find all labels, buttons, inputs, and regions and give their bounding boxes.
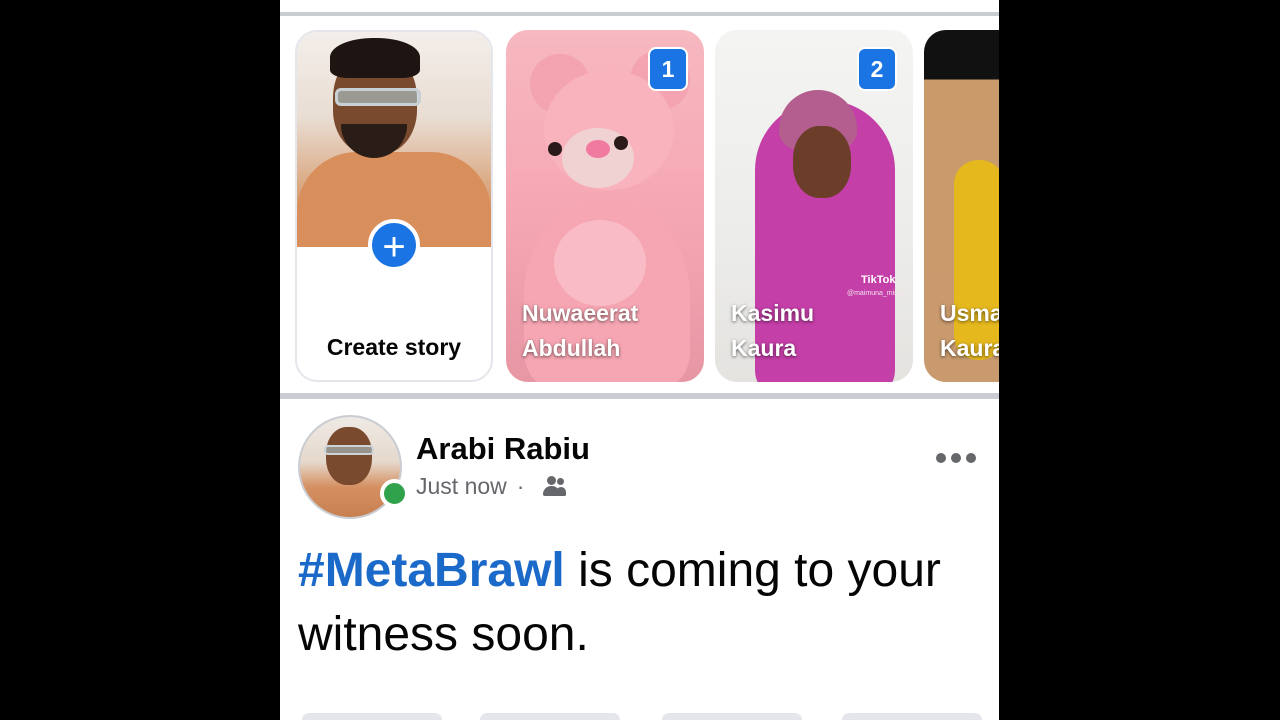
more-options-icon[interactable] (936, 453, 982, 471)
post-meta: Just now · (416, 473, 567, 500)
tiktok-handle: @maimuna_misau (847, 290, 906, 297)
post-body: #MetaBrawl is coming to your witness soo… (298, 539, 978, 667)
story-count-badge: 2 (857, 47, 897, 91)
share-button[interactable] (662, 713, 802, 720)
create-story-label: Create story (326, 334, 462, 360)
story-author-name: Usman Kaura (940, 300, 999, 361)
post-action-bar (298, 713, 982, 720)
meta-separator: · (516, 473, 525, 499)
story-card-nuwaeerat[interactable]: 1 Nuwaeerat Abdullah (506, 30, 704, 382)
hashtag-link[interactable]: #MetaBrawl (298, 544, 565, 597)
post-timestamp[interactable]: Just now (416, 473, 507, 500)
comment-button[interactable] (480, 713, 620, 720)
create-story-card[interactable]: + Create story (295, 30, 493, 382)
online-status-dot (380, 479, 409, 508)
post-author-name[interactable]: Arabi Rabiu (416, 431, 590, 467)
story-card-usman[interactable]: Usman Kaura (924, 30, 999, 382)
story-author-name: Kasimu Kaura (731, 300, 815, 361)
create-story-photo (297, 32, 491, 247)
stories-tray[interactable]: + Create story 1 Nuwaeerat Abdullah TikT… (280, 16, 999, 393)
facebook-feed: + Create story 1 Nuwaeerat Abdullah TikT… (280, 0, 999, 720)
story-author-name: Nuwaeerat Abdullah (522, 300, 639, 361)
add-story-plus-icon[interactable]: + (368, 219, 420, 271)
story-count-badge: 1 (648, 47, 688, 91)
feed-post: Arabi Rabiu Just now · #MetaBrawl is com… (280, 399, 999, 720)
send-button[interactable] (842, 713, 982, 720)
tiktok-watermark: TikTok (861, 274, 896, 286)
like-button[interactable] (302, 713, 442, 720)
story-card-kasimu[interactable]: TikTok @maimuna_misau 2 Kasimu Kaura (715, 30, 913, 382)
friends-icon[interactable] (538, 475, 567, 498)
